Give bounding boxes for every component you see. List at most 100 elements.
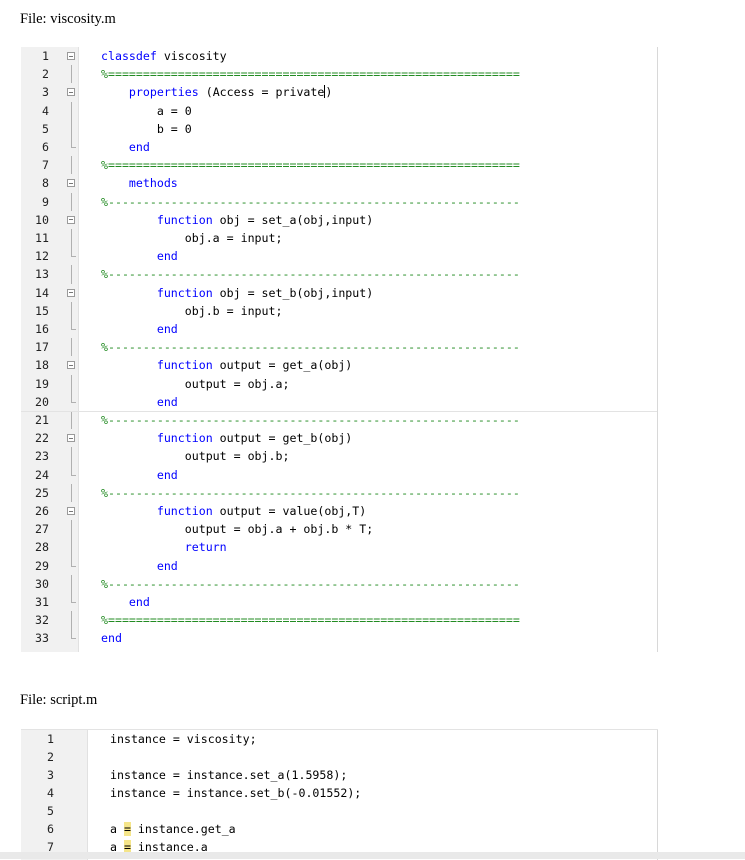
code-line[interactable]: 8 methods xyxy=(21,174,658,192)
code-line[interactable]: 25 %-------------------------------------… xyxy=(21,483,658,502)
file1-label: File: viscosity.m xyxy=(20,11,116,27)
code-text: instance = instance.set_b(-0.01552); xyxy=(110,784,361,802)
code-text: end xyxy=(101,629,122,647)
code-line[interactable]: 1 instance = viscosity; xyxy=(21,730,658,748)
fold-toggle-icon[interactable] xyxy=(67,215,75,224)
fold-toggle-icon[interactable] xyxy=(67,361,75,370)
code-token: (Access = private xyxy=(198,85,325,100)
code-line[interactable]: 14 function obj = set_b(obj,input) xyxy=(21,284,658,302)
code-token: output = obj.a + obj.b * T; xyxy=(101,522,374,537)
line-number: 18 xyxy=(35,358,49,373)
code-line[interactable]: 3 properties (Access = private) xyxy=(21,83,658,101)
code-line[interactable]: 19 output = obj.a; xyxy=(21,374,658,393)
code-text: b = 0 xyxy=(101,120,192,138)
code-line[interactable]: 11 obj.a = input; xyxy=(21,229,658,248)
script-editor[interactable]: 1 instance = viscosity; 2 3 instance = insta… xyxy=(21,729,658,860)
line-number: 30 xyxy=(35,576,49,591)
code-line[interactable]: 26 function output = value(obj,T) xyxy=(21,502,658,520)
fold-guide xyxy=(71,574,72,593)
code-line[interactable]: 6 end xyxy=(21,138,658,156)
code-text: output = obj.b; xyxy=(101,447,290,465)
fold-toggle-icon[interactable] xyxy=(67,288,75,297)
code-text: output = obj.a + obj.b * T; xyxy=(101,520,373,538)
keyword-token: end xyxy=(128,595,150,609)
code-line[interactable]: 33 end xyxy=(21,629,658,647)
code-line[interactable]: 21 %-------------------------------------… xyxy=(21,411,658,430)
line-number: 11 xyxy=(35,231,49,245)
viscosity-editor[interactable]: 1 classdef viscosity 2 %===================… xyxy=(21,47,658,652)
code-line[interactable]: 6 a = instance.get_a xyxy=(21,820,658,838)
code-line[interactable]: 20 end xyxy=(21,392,658,411)
code-line[interactable]: 12 end xyxy=(21,247,658,265)
code-line[interactable]: 2 xyxy=(21,748,658,766)
fold-end-marker xyxy=(71,602,76,603)
fold-toggle-icon[interactable] xyxy=(67,179,75,188)
line-number: 27 xyxy=(35,522,49,537)
code-token: instance = viscosity; xyxy=(110,732,257,746)
keyword-token: function xyxy=(156,358,213,373)
code-line[interactable]: 16 end xyxy=(21,320,658,338)
code-text: function obj = set_b(obj,input) xyxy=(101,284,373,302)
fold-guide xyxy=(71,538,72,557)
code-token: output = value(obj,T) xyxy=(212,504,367,518)
code-line[interactable]: 31 end xyxy=(21,593,658,611)
keyword-token: properties xyxy=(128,85,199,100)
line-number: 26 xyxy=(35,504,49,518)
code-line[interactable]: 10 function obj = set_a(obj,input) xyxy=(21,211,658,229)
code-line[interactable]: 5 b = 0 xyxy=(21,119,658,138)
code-line[interactable]: 32 %=====================================… xyxy=(21,611,658,630)
code-line[interactable]: 22 function output = get_b(obj) xyxy=(21,429,658,447)
code-line[interactable]: 5 xyxy=(21,802,658,820)
code-line[interactable]: 23 output = obj.b; xyxy=(21,447,658,466)
fold-end-marker xyxy=(71,638,76,640)
code-token: output = get_a(obj) xyxy=(212,358,353,373)
code-text: obj.a = input; xyxy=(101,229,283,247)
fold-toggle-icon[interactable] xyxy=(67,434,75,443)
code-line[interactable]: 2 %======================================… xyxy=(21,65,658,84)
line-number: 1 xyxy=(47,732,54,746)
code-line[interactable]: 17 %-------------------------------------… xyxy=(21,338,658,357)
line-number: 22 xyxy=(35,431,49,446)
code-line[interactable]: 4 instance = instance.set_b(-0.01552); xyxy=(21,784,658,802)
code-token: obj.a = input; xyxy=(101,231,283,245)
line-number: 14 xyxy=(35,285,49,300)
code-line[interactable]: 4 a = 0 xyxy=(21,101,658,120)
code-line[interactable]: 3 instance = instance.set_a(1.5958); xyxy=(21,766,658,784)
fold-guide xyxy=(71,447,72,466)
code-line[interactable]: 9 %--------------------------------------… xyxy=(21,192,658,211)
code-token: ) xyxy=(325,85,333,100)
fold-guide xyxy=(71,119,72,138)
line-number: 32 xyxy=(35,613,49,628)
code-line[interactable]: 24 end xyxy=(21,465,658,484)
code-line[interactable]: 30 %-------------------------------------… xyxy=(21,574,658,593)
comment-token: %---------------------------------------… xyxy=(101,340,520,355)
page-bottom-edge xyxy=(0,852,745,859)
code-line[interactable]: 1 classdef viscosity xyxy=(21,47,658,65)
code-line[interactable]: 13 %-------------------------------------… xyxy=(21,265,658,284)
code-line[interactable]: 18 function output = get_a(obj) xyxy=(21,356,658,374)
code-token: output = get_b(obj) xyxy=(212,431,353,446)
code-token: a xyxy=(110,822,124,836)
code-line[interactable]: 29 end xyxy=(21,556,658,575)
keyword-token: end xyxy=(156,394,178,409)
code-line[interactable]: 28 return xyxy=(21,538,658,557)
line-number: 20 xyxy=(35,394,49,409)
code-line[interactable]: 15 obj.b = input; xyxy=(21,301,658,320)
fold-toggle-icon[interactable] xyxy=(67,507,75,515)
code-line[interactable]: 27 output = obj.a + obj.b * T; xyxy=(21,520,658,539)
fold-toggle-icon[interactable] xyxy=(67,52,75,60)
keyword-token: classdef xyxy=(101,49,157,63)
code-text: %=======================================… xyxy=(101,156,520,174)
code-line[interactable]: 7 %======================================… xyxy=(21,156,658,175)
code-token: instance = instance.set_a(1.5958); xyxy=(110,768,348,782)
comment-token: %=======================================… xyxy=(101,158,520,173)
fold-toggle-icon[interactable] xyxy=(67,88,75,97)
code-text: %---------------------------------------… xyxy=(101,411,520,429)
keyword-token: end xyxy=(156,249,178,264)
line-number: 7 xyxy=(42,158,49,173)
